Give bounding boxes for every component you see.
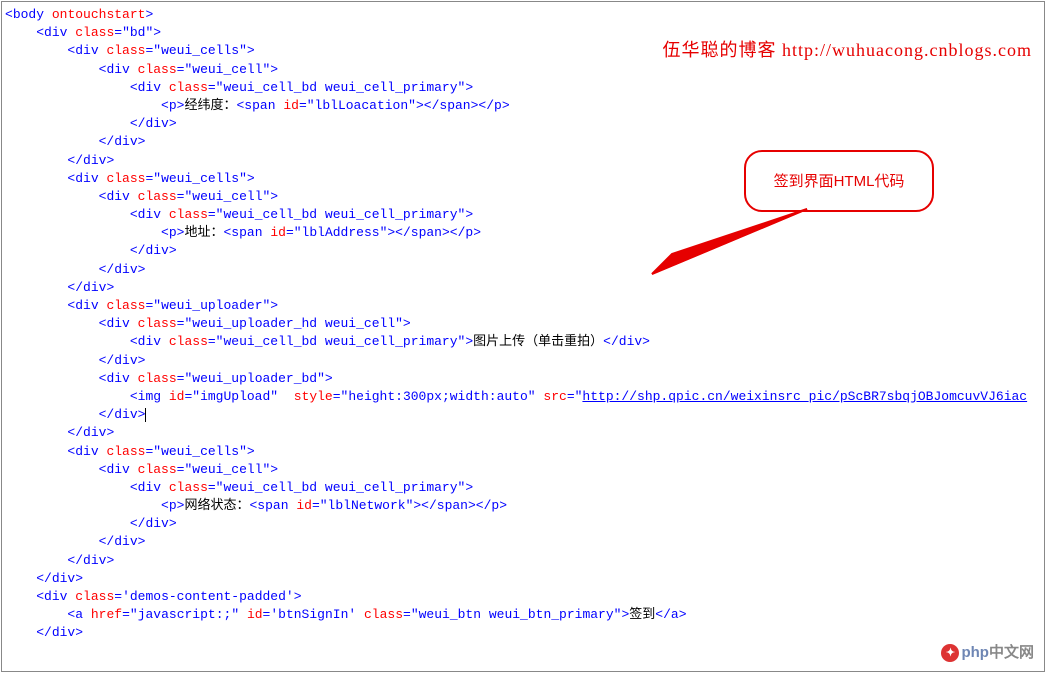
text-cursor	[145, 408, 146, 422]
code-line: <p>地址：<span id="lblAddress"></span></p>	[4, 224, 1042, 242]
code-line: <a href="javascript:;" id='btnSignIn' cl…	[4, 606, 1042, 624]
code-line: </div>	[4, 261, 1042, 279]
code-line: </div>	[4, 533, 1042, 551]
code-line: </div>	[4, 352, 1042, 370]
code-line: <p>经纬度：<span id="lblLoacation"></span></…	[4, 97, 1042, 115]
code-line: <div class="weui_uploader">	[4, 297, 1042, 315]
code-line: <div class="weui_uploader_bd">	[4, 370, 1042, 388]
code-line: </div>	[4, 133, 1042, 151]
blog-watermark: 伍华聪的博客 http://wuhuacong.cnblogs.com	[663, 38, 1032, 63]
code-line: <div class="weui_cell_bd weui_cell_prima…	[4, 79, 1042, 97]
code-line: </div>	[4, 515, 1042, 533]
brand-dot-icon: ✦	[941, 644, 959, 662]
code-line: <p>网络状态：<span id="lblNetwork"></span></p…	[4, 497, 1042, 515]
code-line: <div class="weui_uploader_hd weui_cell">	[4, 315, 1042, 333]
code-line-active: </div>	[4, 406, 1042, 424]
code-line: <img id="imgUpload" style="height:300px;…	[4, 388, 1042, 406]
brand-php: php	[961, 644, 989, 661]
code-snippet-box: <body ontouchstart> <div class="bd"> <di…	[1, 1, 1045, 672]
brand-cn: 中文网	[989, 644, 1034, 661]
callout-bubble: 签到界面HTML代码	[744, 150, 934, 212]
site-brand-watermark: ✦php中文网	[941, 642, 1034, 663]
code-line: </div>	[4, 279, 1042, 297]
code-line: <div class="weui_cells">	[4, 443, 1042, 461]
code-line: </div>	[4, 424, 1042, 442]
code-line: </div>	[4, 570, 1042, 588]
code-line: <body ontouchstart>	[4, 6, 1042, 24]
code-line: </div>	[4, 115, 1042, 133]
code-line: </div>	[4, 624, 1042, 642]
code-line: <div class="weui_cell">	[4, 61, 1042, 79]
code-line: <div class="weui_cell_bd weui_cell_prima…	[4, 479, 1042, 497]
code-line: <div class="weui_cell_bd weui_cell_prima…	[4, 333, 1042, 351]
code-line: <div class="weui_cell">	[4, 461, 1042, 479]
code-line: </div>	[4, 242, 1042, 260]
code-line: </div>	[4, 552, 1042, 570]
callout-text: 签到界面HTML代码	[774, 171, 905, 192]
code-line: <div class='demos-content-padded'>	[4, 588, 1042, 606]
